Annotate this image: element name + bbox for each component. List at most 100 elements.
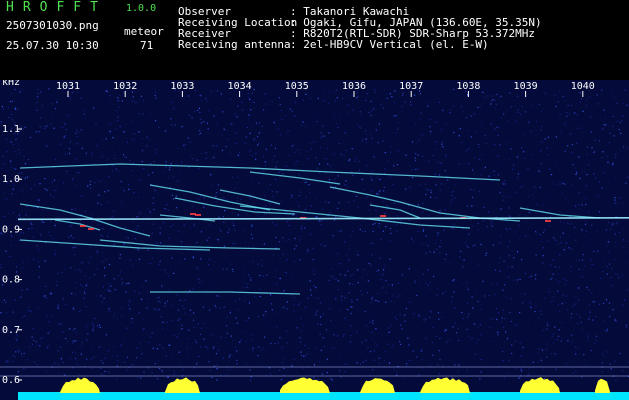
noise-dot [626, 104, 628, 106]
noise-dot [423, 228, 425, 231]
noise-dot [476, 214, 478, 216]
noise-dot [210, 174, 212, 176]
noise-dot [607, 241, 610, 243]
noise-dot [213, 346, 215, 348]
noise-dot [100, 234, 102, 236]
noise-dot [478, 190, 480, 193]
noise-dot [606, 155, 608, 157]
noise-dot [492, 283, 494, 285]
noise-dot [365, 325, 367, 327]
noise-dot [319, 316, 322, 318]
noise-dot [295, 283, 297, 285]
noise-dot [18, 148, 20, 151]
noise-dot [164, 130, 167, 132]
noise-dot [459, 256, 461, 258]
noise-dot [320, 137, 322, 139]
noise-dot [64, 268, 66, 270]
noise-dot [476, 342, 478, 344]
freq-tick-label: 0.9 [2, 224, 20, 235]
noise-dot [247, 286, 249, 289]
noise-dot [503, 180, 505, 182]
noise-dot [213, 365, 215, 367]
noise-dot [530, 104, 532, 106]
noise-dot [354, 159, 356, 161]
noise-dot [200, 118, 202, 121]
noise-dot [30, 310, 32, 312]
noise-dot [298, 239, 300, 241]
noise-dot [18, 351, 20, 353]
noise-dot [187, 250, 189, 252]
noise-dot [597, 195, 599, 197]
noise-dot [472, 245, 474, 247]
noise-dot [544, 297, 546, 299]
noise-dot [364, 230, 366, 232]
noise-dot [390, 232, 392, 234]
noise-dot [417, 231, 419, 233]
noise-dot [577, 347, 580, 349]
noise-dot [142, 329, 144, 331]
noise-dot [173, 198, 175, 200]
noise-dot [112, 170, 114, 172]
noise-dot [590, 258, 592, 261]
noise-dot [612, 223, 614, 225]
noise-dot [480, 359, 482, 361]
noise-dot [54, 249, 56, 252]
noise-dot [148, 174, 150, 176]
noise-dot [523, 135, 525, 137]
noise-dot [145, 280, 147, 282]
noise-dot [249, 379, 252, 381]
noise-dot [60, 346, 62, 348]
noise-dot [581, 229, 583, 231]
noise-dot [386, 159, 389, 161]
noise-dot [625, 324, 627, 326]
time-tick-label: 1038 [456, 81, 480, 92]
noise-dot [29, 310, 31, 312]
noise-dot [132, 265, 134, 267]
noise-dot [357, 269, 359, 271]
noise-dot [575, 239, 577, 241]
noise-dot [292, 144, 294, 146]
noise-dot [389, 93, 391, 95]
noise-dot [428, 189, 430, 191]
noise-dot [38, 307, 40, 310]
noise-dot [70, 267, 72, 269]
noise-dot [49, 194, 52, 196]
noise-dot [412, 350, 414, 352]
noise-dot [396, 371, 398, 373]
noise-dot [540, 358, 542, 360]
noise-dot [151, 372, 153, 374]
noise-dot [356, 250, 358, 252]
noise-dot [603, 329, 606, 331]
noise-dot [124, 361, 126, 363]
noise-dot [474, 244, 476, 246]
noise-dot [295, 201, 297, 203]
noise-dot [613, 106, 615, 108]
noise-dot [138, 123, 140, 125]
noise-dot [564, 183, 566, 185]
noise-dot [218, 216, 220, 218]
noise-dot [251, 224, 253, 226]
noise-dot [481, 153, 483, 155]
noise-dot [544, 92, 546, 94]
noise-dot [72, 367, 74, 369]
noise-dot [443, 229, 445, 231]
noise-dot [143, 167, 145, 170]
noise-dot [576, 171, 578, 174]
noise-dot [553, 296, 555, 298]
noise-dot [277, 128, 279, 130]
noise-dot [11, 193, 13, 195]
noise-dot [399, 340, 401, 343]
noise-dot [394, 90, 396, 92]
noise-dot [343, 132, 345, 134]
noise-dot [143, 319, 145, 321]
noise-dot [429, 365, 431, 367]
noise-dot [382, 107, 385, 109]
noise-dot [435, 141, 437, 143]
noise-dot [296, 160, 298, 162]
noise-dot [576, 287, 579, 289]
noise-dot [2, 155, 4, 157]
noise-dot [421, 155, 423, 157]
noise-dot [383, 360, 385, 362]
noise-dot [167, 275, 170, 277]
noise-dot [123, 131, 125, 133]
